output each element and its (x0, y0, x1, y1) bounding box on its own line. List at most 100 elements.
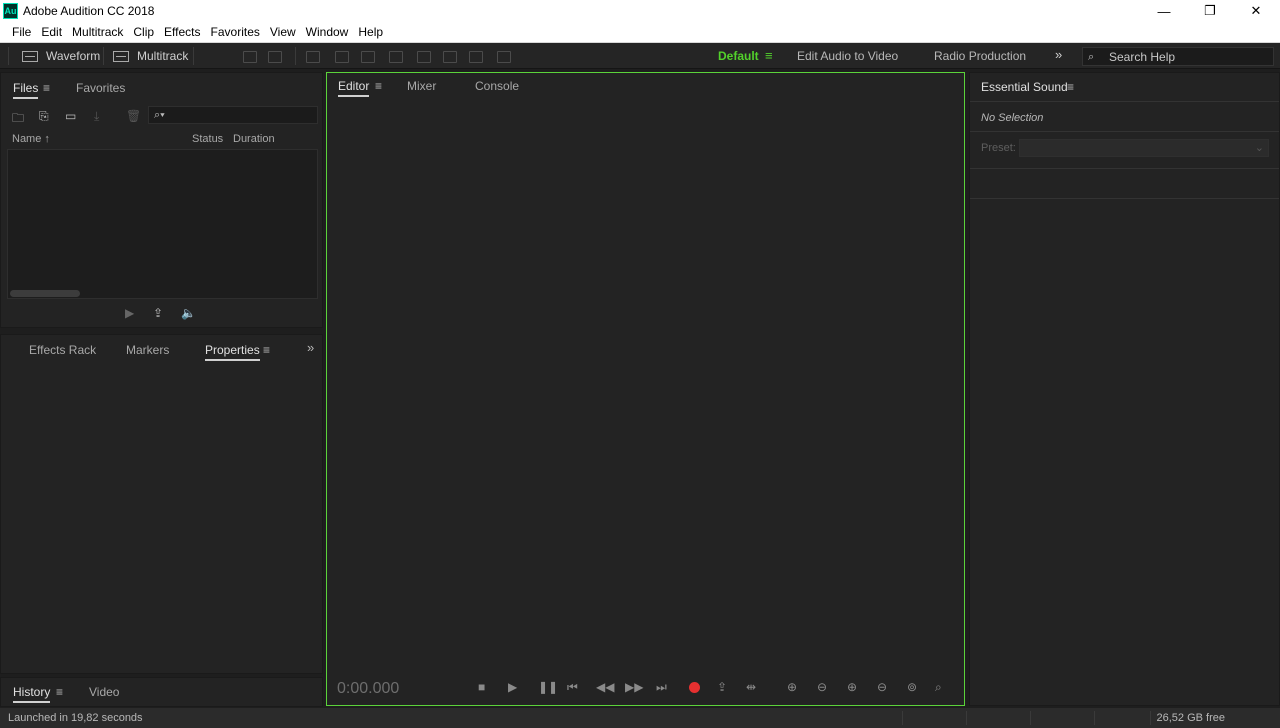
toolbar-divider (193, 47, 194, 65)
search-icon: ⌕▾ (154, 109, 165, 121)
window-title: Adobe Audition CC 2018 (23, 4, 155, 18)
workspace-default[interactable]: Default (718, 49, 759, 63)
spot-healing-icon[interactable] (497, 51, 511, 63)
tab-properties[interactable]: Properties (205, 343, 260, 361)
move-to-previous-icon[interactable]: ⏮ (567, 680, 578, 695)
spectral-frequency-icon[interactable] (243, 51, 257, 63)
column-name[interactable]: Name ↑ (12, 133, 50, 145)
time-selection-icon[interactable] (389, 51, 403, 63)
new-file-icon[interactable]: ▭ (65, 109, 76, 123)
workspace-radio-production[interactable]: Radio Production (934, 49, 1026, 63)
zoom-in-amplitude-icon[interactable]: ⊕ (787, 680, 797, 694)
toolbar: Waveform Multitrack Default ≡ Edit Audio… (0, 43, 1280, 69)
status-divider (902, 711, 903, 725)
zoom-in-time-icon[interactable]: ⊕ (847, 680, 857, 694)
tab-effects-rack[interactable]: Effects Rack (29, 343, 96, 357)
loop-icon[interactable]: ⇪ (153, 306, 163, 320)
panel-menu-icon[interactable]: ≡ (375, 79, 382, 93)
panel-menu-icon[interactable]: ≡ (1067, 80, 1074, 94)
menu-help[interactable]: Help (354, 25, 387, 39)
essential-sound-panel: Essential Sound ≡ No Selection Preset: ⌄ (969, 72, 1280, 706)
zoom-out-amplitude-icon[interactable]: ⊖ (817, 680, 827, 694)
menu-multitrack[interactable]: Multitrack (68, 25, 127, 39)
tab-files[interactable]: Files (13, 81, 39, 99)
menu-edit[interactable]: Edit (37, 25, 66, 39)
maximize-button[interactable]: ❐ (1187, 0, 1233, 22)
menu-window[interactable]: Window (302, 25, 353, 39)
paintbrush-icon[interactable] (469, 51, 483, 63)
chevron-down-icon: ⌄ (1254, 142, 1264, 154)
import-file-icon[interactable]: ⎘ (39, 109, 49, 124)
move-to-next-icon[interactable]: ⏭ (656, 680, 667, 695)
editor-panel[interactable]: Editor ≡ Mixer Console 0:00.000 ■ ▶ ❚❚ ⏮… (326, 72, 965, 706)
more-workspaces-icon[interactable]: » (1055, 47, 1062, 62)
workspace-edit-audio-to-video[interactable]: Edit Audio to Video (797, 49, 898, 63)
autoplay-speaker-icon[interactable]: 🔈 (181, 306, 196, 320)
record-icon[interactable] (689, 682, 700, 693)
status-divider (966, 711, 967, 725)
play-icon[interactable]: ▶ (508, 680, 517, 694)
zoom-out-full-icon[interactable]: ⊚ (907, 680, 917, 694)
waveform-view-button[interactable]: Waveform (22, 46, 100, 66)
menu-effects[interactable]: Effects (160, 25, 204, 39)
preset-dropdown[interactable]: ⌄ (1019, 139, 1269, 157)
divider (970, 101, 1279, 102)
preset-label: Preset: (981, 142, 1016, 154)
files-search-input[interactable]: ⌕▾ (148, 106, 318, 124)
tab-favorites[interactable]: Favorites (76, 81, 125, 95)
minimize-button[interactable]: — (1141, 0, 1187, 22)
delete-icon[interactable]: 🗑 (126, 109, 141, 123)
panel-menu-icon[interactable]: ≡ (56, 685, 63, 699)
multitrack-label: Multitrack (137, 49, 189, 63)
files-list[interactable] (7, 149, 318, 299)
stop-icon[interactable]: ■ (478, 680, 485, 694)
slip-tool-icon[interactable] (361, 51, 375, 63)
tab-video[interactable]: Video (89, 685, 119, 699)
search-help-input[interactable] (1109, 49, 1269, 64)
insert-icon[interactable]: ⤓ (94, 109, 99, 124)
timecode-display: 0:00.000 (337, 680, 400, 697)
spectral-pitch-icon[interactable] (268, 51, 282, 63)
essential-sound-title[interactable]: Essential Sound (981, 80, 1068, 94)
menu-view[interactable]: View (266, 25, 300, 39)
menu-clip[interactable]: Clip (129, 25, 158, 39)
pause-icon[interactable]: ❚❚ (538, 680, 558, 694)
tab-history[interactable]: History (13, 685, 51, 703)
lasso-selection-icon[interactable] (443, 51, 457, 63)
history-panel: History ≡ Video (0, 677, 323, 707)
rewind-icon[interactable]: ◀◀ (596, 680, 614, 694)
menu-favorites[interactable]: Favorites (207, 25, 264, 39)
close-button[interactable]: ✕ (1233, 0, 1279, 22)
zoom-out-time-icon[interactable]: ⊖ (877, 680, 887, 694)
menu-file[interactable]: File (8, 25, 35, 39)
marquee-selection-icon[interactable] (417, 51, 431, 63)
loop-playback-icon[interactable]: ⇪ (717, 680, 727, 694)
files-panel: Files ≡ Favorites 🗀 ⎘ ▭ ⤓ 🗑 ⌕▾ Name ↑ St… (0, 72, 323, 328)
move-tool-icon[interactable] (306, 51, 320, 63)
launch-status: Launched in 19,82 seconds (8, 712, 143, 724)
files-column-headers: Name ↑ Status Duration (1, 133, 324, 149)
workspace-menu-icon[interactable]: ≡ (765, 48, 773, 63)
open-file-icon[interactable]: 🗀 (12, 109, 24, 130)
skip-selection-icon[interactable]: ⇹ (746, 680, 756, 694)
tab-mixer[interactable]: Mixer (407, 79, 436, 93)
fast-forward-icon[interactable]: ▶▶ (625, 680, 643, 694)
horizontal-scrollbar[interactable] (10, 290, 80, 297)
column-status[interactable]: Status (192, 133, 223, 145)
tab-markers[interactable]: Markers (126, 343, 169, 357)
toolbar-divider (8, 47, 9, 65)
panel-menu-icon[interactable]: ≡ (43, 81, 50, 95)
search-help-box[interactable]: ⌕ (1082, 47, 1274, 66)
menu-bar: File Edit Multitrack Clip Effects Favori… (0, 22, 1280, 43)
toolbar-divider (103, 47, 104, 65)
status-divider (1150, 711, 1151, 725)
column-duration[interactable]: Duration (233, 133, 275, 145)
zoom-selection-icon[interactable]: ⌕ (935, 680, 942, 695)
multitrack-view-button[interactable]: Multitrack (113, 46, 188, 66)
panel-menu-icon[interactable]: ≡ (263, 343, 270, 357)
tab-editor[interactable]: Editor (338, 79, 370, 97)
more-panels-icon[interactable]: » (307, 340, 314, 355)
razor-tool-icon[interactable] (335, 51, 349, 63)
tab-console[interactable]: Console (475, 79, 519, 93)
play-icon[interactable]: ▶ (125, 306, 134, 320)
